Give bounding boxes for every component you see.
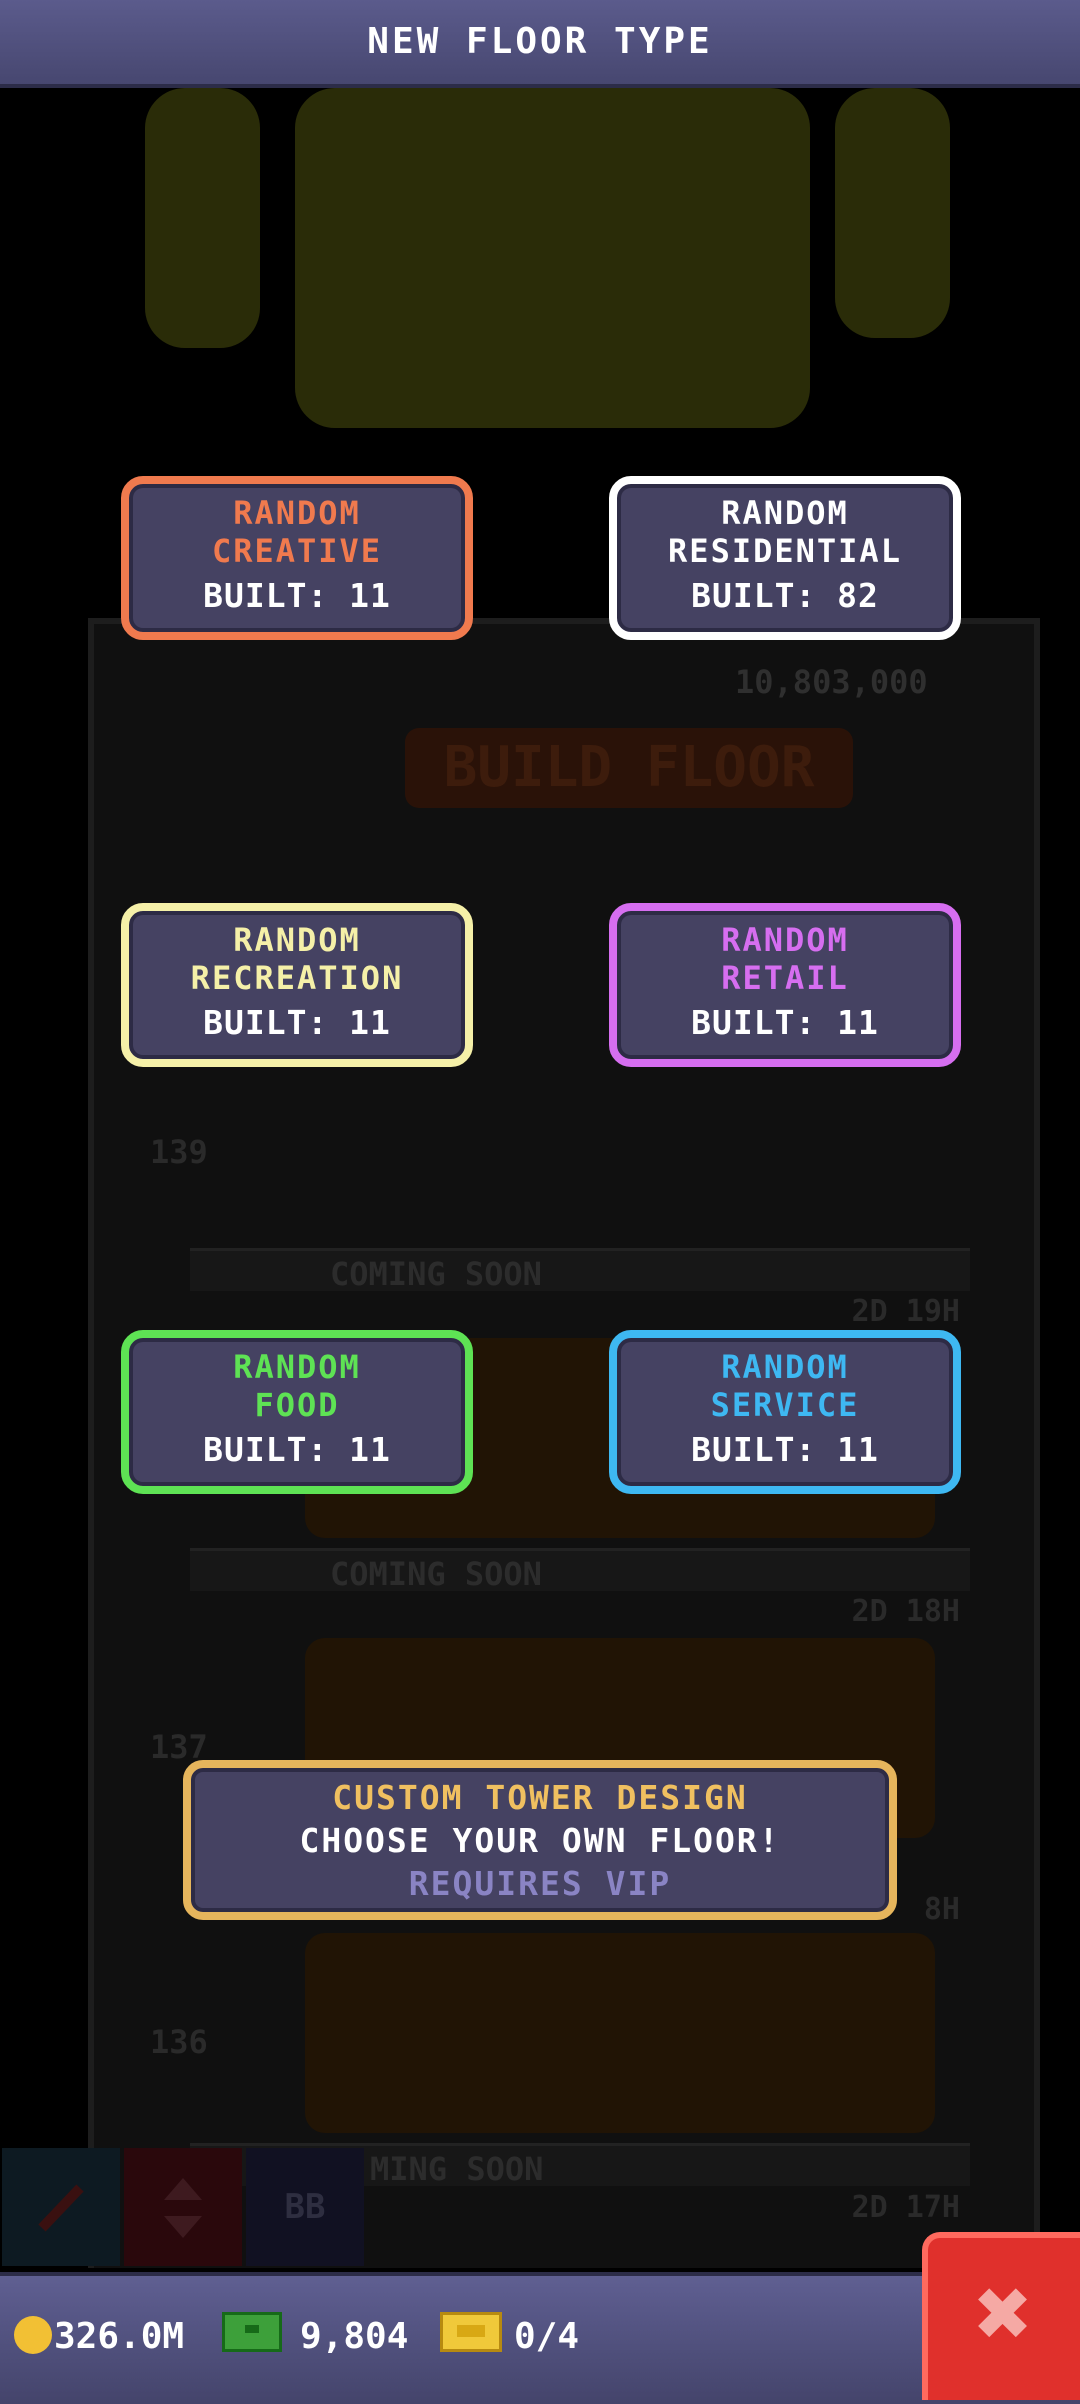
card-title-line: RESIDENTIAL	[668, 532, 902, 570]
balloon-shape	[145, 88, 260, 348]
ticket-icon	[440, 2312, 502, 2352]
card-title-line: RANDOM	[721, 1348, 849, 1386]
status-bar: 326.0M 9,804 0/4	[0, 2272, 1080, 2404]
tool-pick-button	[2, 2148, 120, 2266]
card-random-creative[interactable]: RANDOM CREATIVE BUILT: 11	[121, 476, 473, 640]
built-count: BUILT: 11	[203, 1430, 391, 1469]
built-count: BUILT: 11	[203, 576, 391, 615]
card-random-service[interactable]: RANDOM SERVICE BUILT: 11	[609, 1330, 961, 1494]
ticket-count: 0/4	[514, 2316, 580, 2357]
floor-number: 139	[150, 1133, 208, 1171]
build-floor-button: BUILD FLOOR	[405, 728, 853, 808]
floor-room	[305, 1933, 935, 2133]
floor-strip: COMING SOON	[190, 1248, 970, 1293]
card-title-line: RANDOM	[721, 494, 849, 532]
floor-timer: 2D 19H	[851, 1294, 960, 1329]
tower-background: 10,803,000 BUILD FLOOR 139 COMING SOON 2…	[0, 88, 1080, 2268]
custom-subtitle: CHOOSE YOUR OWN FLOOR!	[299, 1821, 781, 1860]
custom-tower-design-button[interactable]: CUSTOM TOWER DESIGN CHOOSE YOUR OWN FLOO…	[183, 1760, 897, 1920]
coming-soon-label: MING SOON	[370, 2150, 544, 2188]
built-count: BUILT: 11	[691, 1430, 879, 1469]
built-count: BUILT: 11	[691, 1003, 879, 1042]
card-title-line: RECREATION	[190, 959, 404, 997]
card-title-line: CREATIVE	[211, 532, 383, 570]
card-random-residential[interactable]: RANDOM RESIDENTIAL BUILT: 82	[609, 476, 961, 640]
close-icon: ✖	[975, 2257, 1033, 2369]
built-count: BUILT: 11	[203, 1003, 391, 1042]
coins-count: 326.0M	[54, 2316, 185, 2357]
custom-title: CUSTOM TOWER DESIGN	[332, 1778, 748, 1817]
card-random-retail[interactable]: RANDOM RETAIL BUILT: 11	[609, 903, 961, 1067]
card-title-line: RANDOM	[721, 921, 849, 959]
coming-soon-label: COMING SOON	[330, 1255, 542, 1293]
title-bar: NEW FLOOR TYPE	[0, 0, 1080, 88]
floor-strip: COMING SOON	[190, 1548, 970, 1593]
card-title-line: FOOD	[254, 1386, 340, 1424]
close-button[interactable]: ✖	[922, 2232, 1080, 2400]
coin-icon	[14, 2316, 52, 2354]
floor-timer: 2D 17H	[851, 2190, 960, 2225]
floor-number: 136	[150, 2023, 208, 2061]
elevator-arrows-icon	[164, 2178, 202, 2238]
tool-elevator-button	[124, 2148, 242, 2266]
built-count: BUILT: 82	[691, 576, 879, 615]
card-title-line: RANDOM	[233, 1348, 361, 1386]
card-title-line: RANDOM	[233, 921, 361, 959]
bux-icon	[222, 2312, 282, 2352]
balloon-shape	[295, 88, 810, 428]
card-random-food[interactable]: RANDOM FOOD BUILT: 11	[121, 1330, 473, 1494]
floor-timer: 2D 18H	[851, 1594, 960, 1629]
vip-requirement: REQUIRES VIP	[408, 1864, 672, 1903]
card-title-line: SERVICE	[710, 1386, 860, 1424]
bux-count: 9,804	[300, 2316, 409, 2357]
floor-timer: 8H	[923, 1892, 960, 1927]
pick-icon	[38, 2184, 84, 2232]
card-title-line: RANDOM	[233, 494, 361, 532]
page-title: NEW FLOOR TYPE	[367, 21, 713, 62]
card-random-recreation[interactable]: RANDOM RECREATION BUILT: 11	[121, 903, 473, 1067]
coming-soon-label: COMING SOON	[330, 1555, 542, 1593]
build-cost: 10,803,000	[735, 663, 928, 701]
balloon-shape	[835, 88, 950, 338]
tool-bitbook-button: BB	[246, 2148, 364, 2266]
card-title-line: RETAIL	[721, 959, 849, 997]
